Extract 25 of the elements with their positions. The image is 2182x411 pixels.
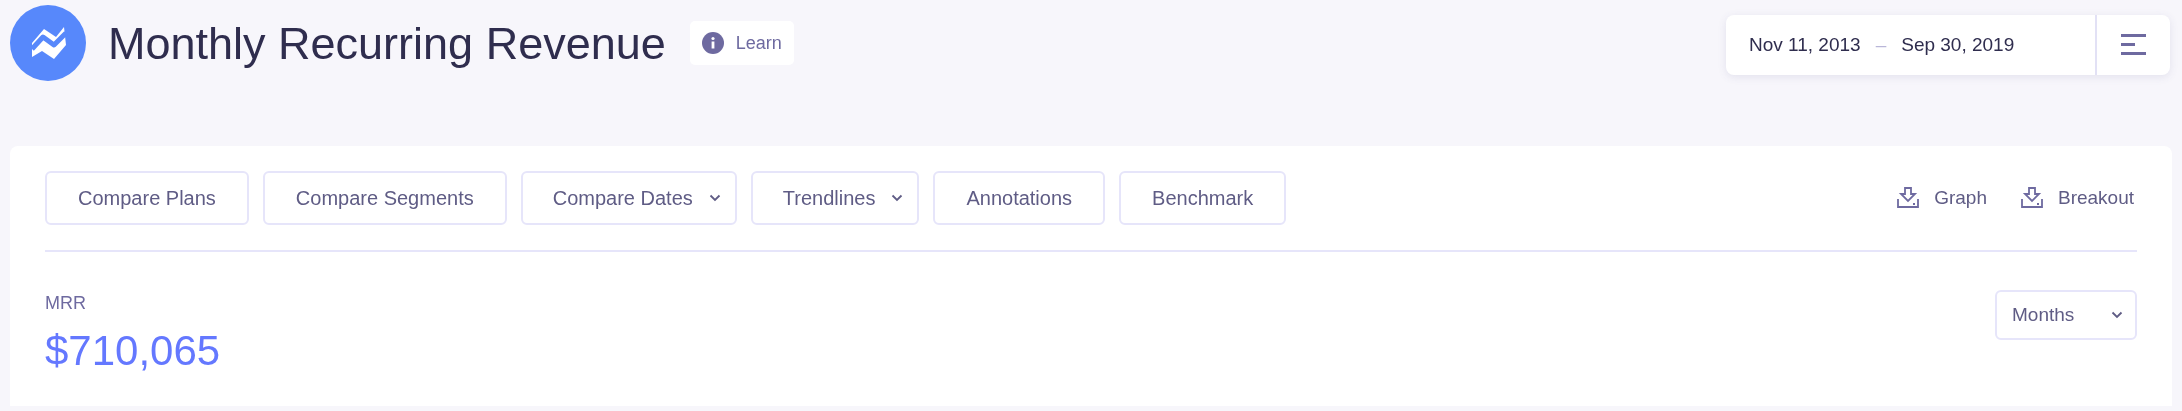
metric-label: MRR (45, 294, 87, 312)
caret-icon (2111, 311, 2123, 319)
dropdown-button[interactable]: Compare Dates (520, 171, 737, 225)
learn-button[interactable]: Learn (689, 21, 794, 65)
dropdown-button[interactable]: Trendlines (750, 171, 920, 225)
metric-value: $710,065 (45, 330, 221, 372)
download-icon (1896, 186, 1921, 210)
info-icon (701, 32, 724, 54)
logo-icon (10, 5, 86, 81)
start-date: Nov 11, 2013 (1749, 32, 1861, 57)
interval-dropdown[interactable]: Months (1995, 290, 2137, 340)
export-button[interactable]: Graph (1896, 183, 1987, 213)
export-button[interactable]: Breakout (2019, 183, 2134, 213)
date-range-picker[interactable]: Nov 11, 2013 – Sep 30, 2019 (1726, 15, 2170, 75)
download-icon (2019, 186, 2044, 210)
toolbar-button[interactable]: Benchmark (1119, 171, 1287, 225)
page-title: Monthly Recurring Revenue (108, 20, 666, 66)
caret-icon (891, 194, 904, 202)
toolbar-button[interactable]: Compare Plans (45, 171, 249, 225)
caret-icon (708, 194, 721, 202)
toolbar-button[interactable]: Compare Segments (262, 171, 507, 225)
menu-icon (2120, 34, 2147, 56)
date-separator: – (1875, 32, 1887, 57)
toolbar-button[interactable]: Annotations (933, 171, 1106, 225)
end-date: Sep 30, 2019 (1901, 32, 2015, 57)
